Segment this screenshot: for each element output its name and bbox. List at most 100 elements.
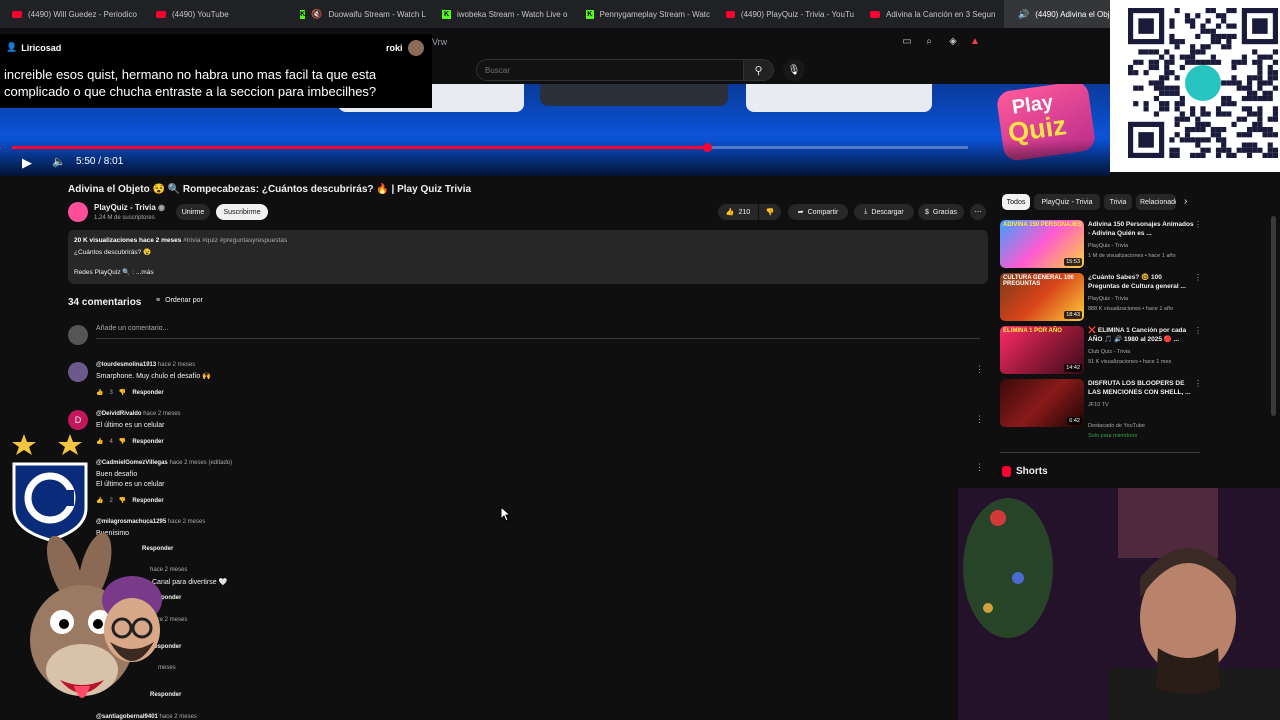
sort-icon: ≡: [156, 297, 161, 304]
comment-author[interactable]: @CadmielGomezVillegas hace 2 meses (edit…: [96, 460, 232, 466]
rec-menu-icon[interactable]: ⋮: [1194, 326, 1202, 335]
avatar[interactable]: [68, 362, 88, 382]
rec-title[interactable]: DISFRUTA LOS BLOOPERS DE LAS MENCIONES C…: [1088, 379, 1194, 397]
comment-author[interactable]: @santiagobernal9401 hace 2 meses: [96, 714, 197, 720]
more-actions-button[interactable]: ⋯: [970, 204, 986, 220]
comment-author[interactable]: @DeividRivaldo hace 2 meses: [96, 411, 181, 417]
tab-label: iwobeka Stream - Watch Live o: [457, 9, 568, 19]
browser-tab[interactable]: (4490) YouTube: [148, 0, 292, 28]
browser-tab[interactable]: 🔊 (4490) Adivina el Obje: [1004, 0, 1110, 28]
browser-tab[interactable]: K Pennygameplay Stream - Watc: [578, 0, 718, 28]
reply-button[interactable]: Responder: [132, 498, 163, 504]
triangle-icon[interactable]: ▲: [968, 34, 982, 48]
youtube-icon: [726, 10, 735, 18]
avatar[interactable]: D: [68, 410, 88, 430]
progress-bar[interactable]: [12, 146, 968, 149]
browser-tab[interactable]: Adivina la Canción en 3 Segun: [862, 0, 1004, 28]
thumb-up-icon[interactable]: 👍: [96, 389, 103, 396]
reply-button[interactable]: Responder: [132, 390, 163, 396]
subscribe-button[interactable]: Suscribirme: [216, 204, 268, 220]
download-label: Descargar: [871, 208, 904, 216]
description-stats-text: 20 K visualizaciones hace 2 meses: [74, 237, 182, 244]
tab-label: (4490) PlayQuiz - Trivia - YouTu: [740, 9, 854, 19]
like-count: 210: [738, 208, 751, 216]
share-button[interactable]: ➦ Compartir: [788, 204, 848, 220]
author-name: @lourdesmolina1913: [96, 362, 157, 368]
rec-thumbnail[interactable]: ELIMINA 1 POR AÑO 14:42: [1000, 326, 1084, 374]
reply-button[interactable]: Responder: [132, 439, 163, 445]
progress-knob[interactable]: [703, 143, 712, 152]
comment-text: Smarphone. Muy chulo el desafío 🙌: [96, 373, 211, 380]
comment-author[interactable]: @lourdesmolina1913 hace 2 meses: [96, 362, 195, 368]
rec-channel[interactable]: JF10 TV: [1088, 401, 1198, 409]
sort-button[interactable]: ≡ Ordenar por: [156, 297, 203, 304]
qr-icon: [1128, 8, 1278, 158]
thumb-down-icon[interactable]: 👎: [119, 438, 126, 445]
join-button[interactable]: Unirme: [176, 204, 210, 220]
rec-title[interactable]: Adivina 150 Personajes Animados - Adivin…: [1088, 220, 1194, 238]
address-text[interactable]: Vrw: [432, 37, 447, 47]
chip-channel[interactable]: PlayQuiz - Trivia: [1034, 194, 1100, 210]
comment-author[interactable]: @milagrosmachuca1295 hace 2 meses: [96, 519, 205, 525]
search-button[interactable]: ⚲: [744, 59, 774, 81]
chevron-right-icon[interactable]: ›: [1184, 196, 1187, 207]
rec-duration: 14:42: [1064, 364, 1082, 372]
channel-name-text: PlayQuiz - Trivia: [94, 203, 156, 212]
kick-icon: K: [300, 9, 306, 19]
dislike-button[interactable]: 👎: [759, 204, 781, 220]
rec-thumbnail[interactable]: ADIVINA 150 PERSONAJES 15:53: [1000, 220, 1084, 268]
comment-menu-icon[interactable]: ⋮: [975, 364, 984, 375]
rec-menu-icon[interactable]: ⋮: [1194, 273, 1202, 282]
description-more[interactable]: Redes PlayQuiz 🔍 : ...más: [74, 268, 154, 276]
mic-button[interactable]: 🎙: [783, 59, 805, 81]
chip-related[interactable]: Relacionados: [1136, 194, 1176, 210]
webcam-overlay: [958, 488, 1280, 720]
comment-likes: 2: [109, 497, 113, 504]
browser-tab[interactable]: Kiwobeka Stream - Watch Live o: [434, 0, 578, 28]
description-tags[interactable]: #trivia #quiz #preguntasyrespuestas: [183, 237, 287, 244]
comment-menu-icon[interactable]: ⋮: [975, 414, 984, 425]
download-button[interactable]: ⤓ Descargar: [854, 204, 914, 220]
shield-icon[interactable]: ◈: [946, 34, 960, 48]
chip-trivia[interactable]: Trivia: [1104, 194, 1132, 210]
kick-icon: K: [442, 9, 451, 19]
muted-icon[interactable]: 🔇: [311, 9, 322, 20]
thanks-button[interactable]: $ Gracias: [918, 204, 964, 220]
thumb-up-icon[interactable]: 👍: [96, 438, 103, 445]
rec-thumbnail[interactable]: 6:42: [1000, 379, 1084, 427]
rec-channel[interactable]: Club Quiz - Trivia: [1088, 348, 1198, 356]
like-button[interactable]: 👍 210: [718, 204, 758, 220]
browser-tab[interactable]: K 🔇 Duowaifu Stream - Watch L: [292, 0, 434, 28]
comment-text: Buen desafío: [96, 471, 138, 478]
thumb-up-icon[interactable]: 👍: [96, 497, 103, 504]
rec-thumbnail[interactable]: CULTURA GENERAL 100 PREGUNTAS 18:43: [1000, 273, 1084, 321]
thumb-down-icon[interactable]: 👎: [119, 497, 126, 504]
search-input[interactable]: Buscar: [476, 59, 744, 81]
video-title: Adivina el Objeto 😵 🔍 Rompecabezas: ¿Cuá…: [68, 184, 472, 195]
chip-all[interactable]: Todos: [1002, 194, 1030, 210]
comment-menu-icon[interactable]: ⋮: [975, 462, 984, 473]
play-icon[interactable]: ▶: [22, 155, 32, 171]
channel-avatar[interactable]: [68, 202, 88, 222]
browser-tab[interactable]: (4490) PlayQuiz - Trivia - YouTu: [718, 0, 862, 28]
rec-title[interactable]: ¿Cuánto Sabes? 🤓 100 Preguntas de Cultur…: [1088, 273, 1194, 291]
volume-icon[interactable]: 🔈: [52, 155, 66, 168]
comment-input[interactable]: Añade un comentario...: [96, 325, 168, 332]
channel-name[interactable]: PlayQuiz - Trivia ◉: [94, 203, 165, 212]
rec-meta: Destacado de YouTube: [1088, 423, 1145, 429]
share-icon: ➦: [797, 209, 804, 216]
comment-time: hace 2 meses: [159, 714, 197, 720]
thumb-down-icon[interactable]: 👎: [119, 389, 126, 396]
rec-channel[interactable]: PlayQuiz - Trivia: [1088, 295, 1198, 303]
browser-tab[interactable]: (4490) Will Guedez - Periodico: [4, 0, 148, 28]
window-icon[interactable]: ▭: [900, 34, 914, 48]
rec-menu-icon[interactable]: ⋮: [1194, 220, 1202, 229]
audio-icon[interactable]: 🔊: [1018, 9, 1029, 20]
avatar: [68, 325, 88, 345]
tab-label: (4490) YouTube: [172, 9, 229, 19]
scrollbar[interactable]: [1271, 216, 1276, 416]
rec-title[interactable]: ❌ ELIMINA 1 Canción por cada AÑO 🎵 🔊 198…: [1088, 326, 1194, 344]
zoom-icon[interactable]: ⌕: [922, 34, 936, 48]
rec-menu-icon[interactable]: ⋮: [1194, 379, 1202, 388]
rec-channel[interactable]: PlayQuiz - Trivia: [1088, 242, 1198, 250]
